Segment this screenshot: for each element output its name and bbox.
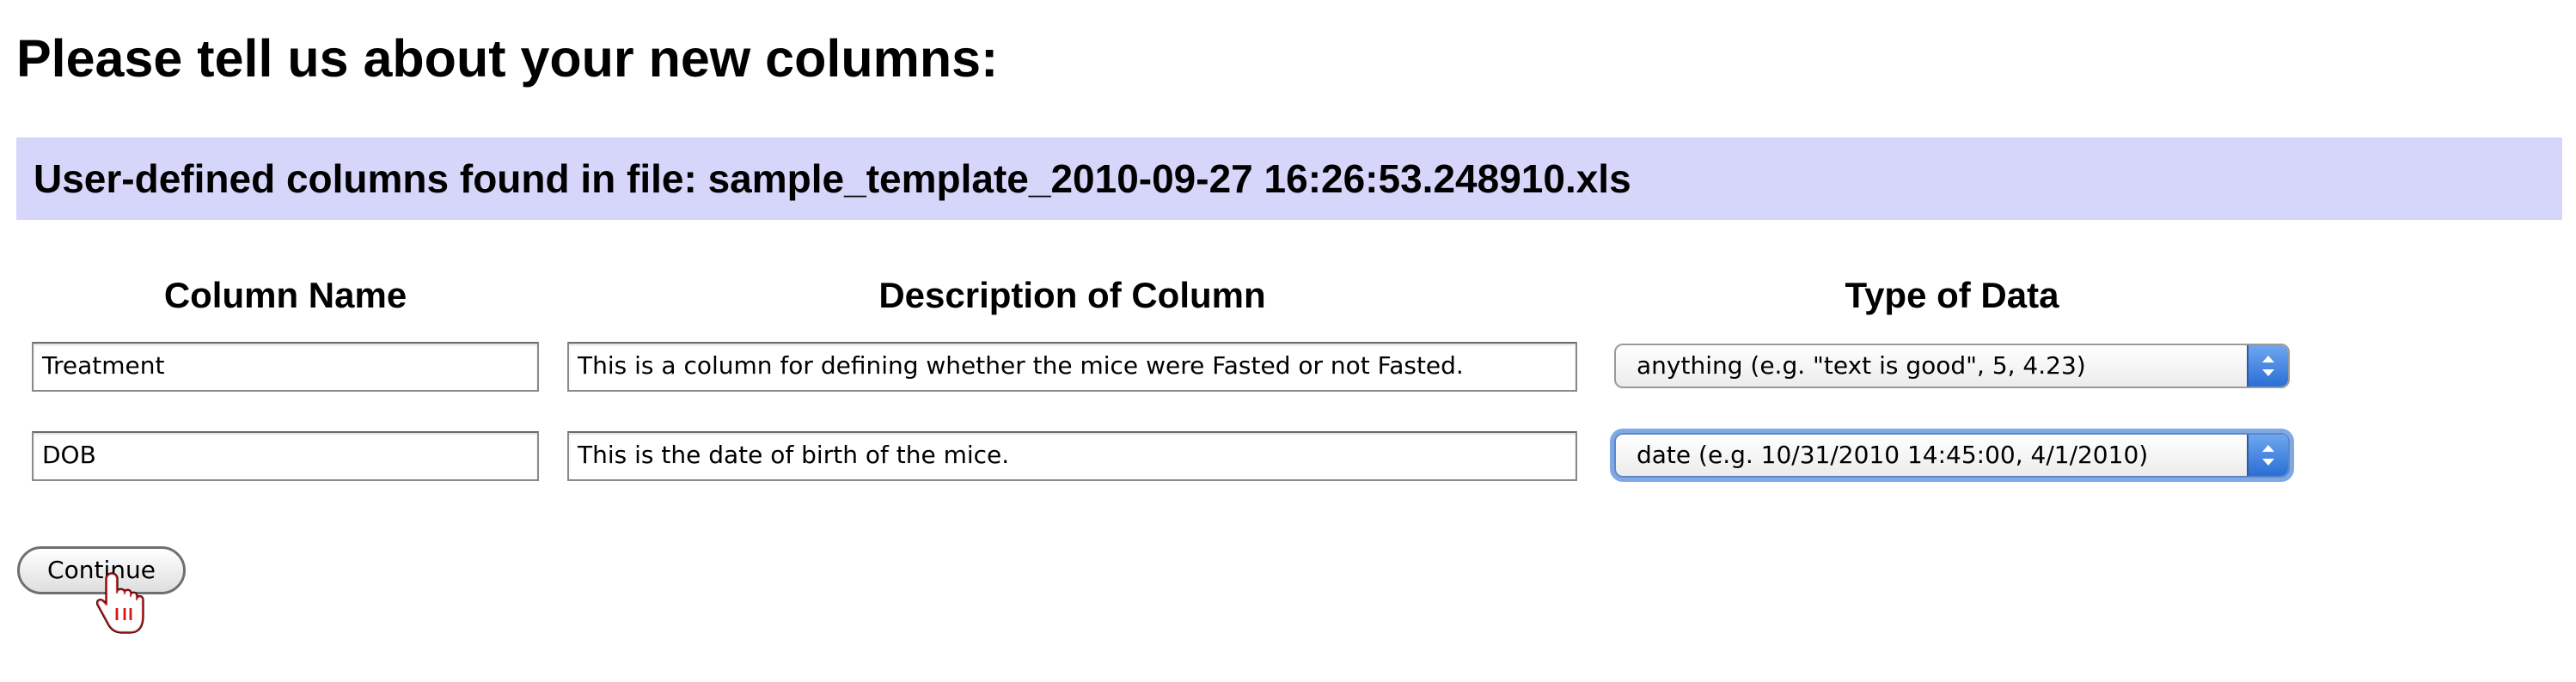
data-type-select[interactable]: date (e.g. 10/31/2010 14:45:00, 4/1/2010… bbox=[1614, 433, 2290, 478]
file-banner: User-defined columns found in file: samp… bbox=[16, 137, 2562, 220]
description-header: Description of Column bbox=[878, 275, 1266, 315]
type-of-data-header: Type of Data bbox=[1845, 275, 2059, 315]
file-banner-text: User-defined columns found in file: samp… bbox=[34, 156, 1631, 201]
page-title: Please tell us about your new columns: bbox=[16, 29, 999, 88]
data-type-selected-value: anything (e.g. "text is good", 5, 4.23) bbox=[1637, 351, 2086, 380]
data-type-selected-value: date (e.g. 10/31/2010 14:45:00, 4/1/2010… bbox=[1637, 441, 2149, 469]
data-type-select[interactable]: anything (e.g. "text is good", 5, 4.23) bbox=[1614, 344, 2290, 388]
column-name-field[interactable]: DOB bbox=[32, 431, 539, 481]
column-description-field[interactable]: This is the date of birth of the mice. bbox=[567, 431, 1577, 481]
column-name-header: Column Name bbox=[163, 275, 407, 315]
column-description-field[interactable]: This is a column for defining whether th… bbox=[567, 342, 1577, 392]
column-name-field[interactable]: Treatment bbox=[32, 342, 539, 392]
hand-cursor-icon bbox=[95, 572, 144, 634]
up-down-chevron-icon bbox=[2247, 345, 2288, 387]
up-down-chevron-icon bbox=[2247, 435, 2288, 476]
